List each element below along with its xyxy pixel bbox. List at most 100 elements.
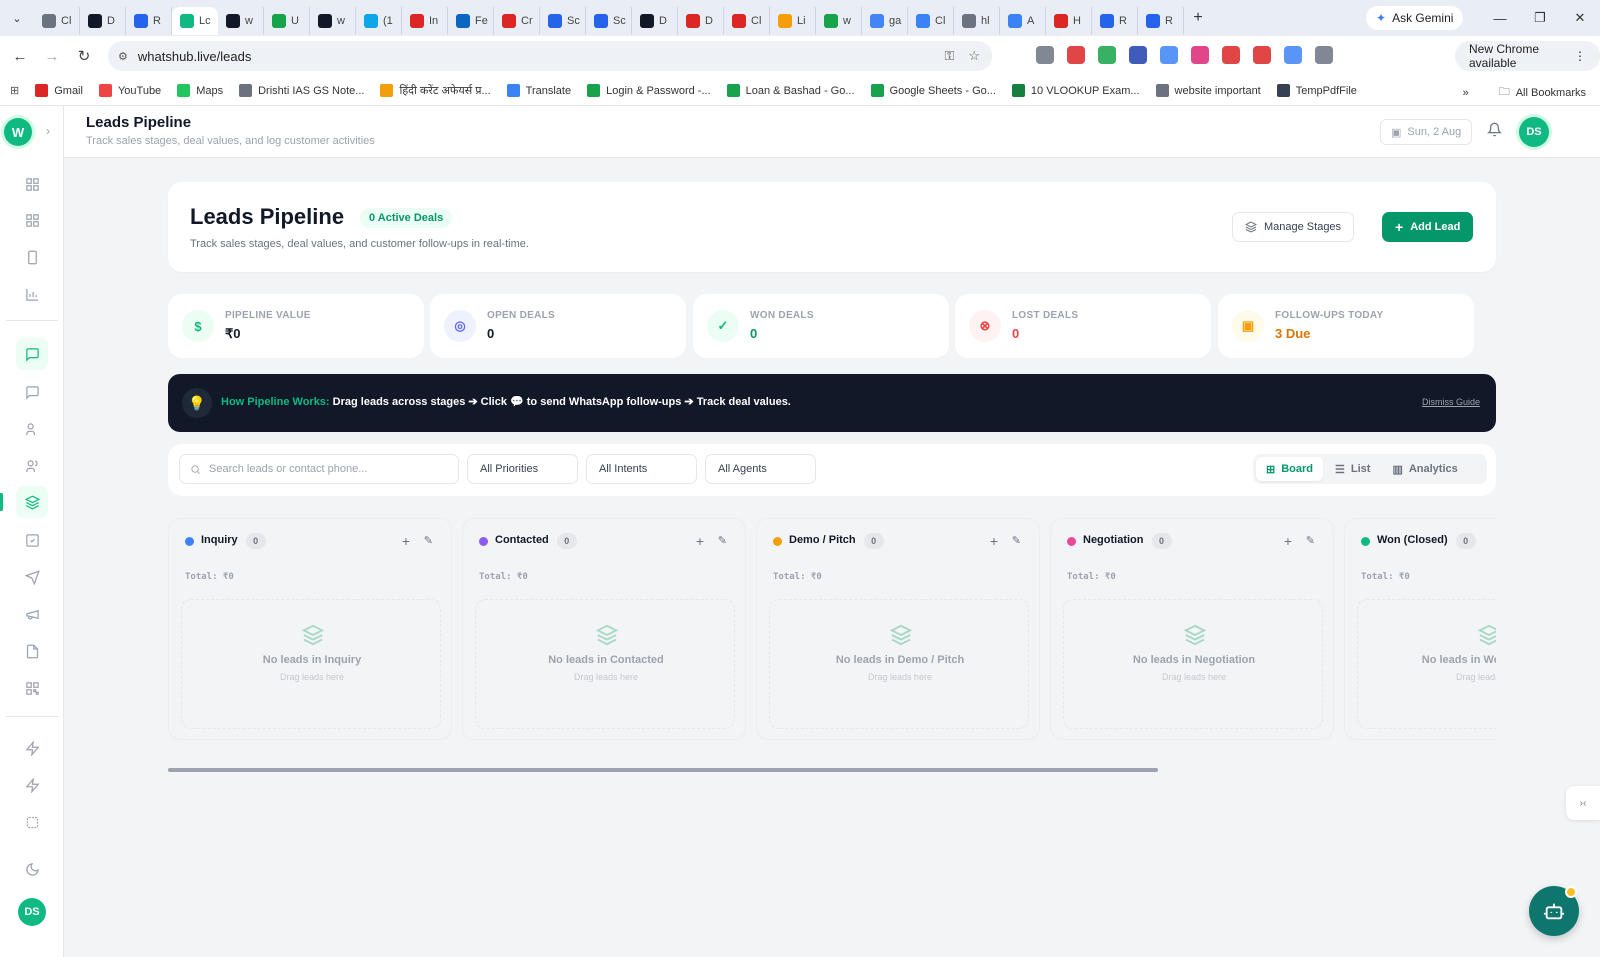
- reports-icon[interactable]: [22, 284, 42, 304]
- edit-stage-icon[interactable]: ✎: [424, 534, 433, 547]
- more-bookmarks-icon[interactable]: »: [1463, 87, 1469, 99]
- view-board-button[interactable]: ⊞ Board: [1256, 457, 1323, 481]
- browser-tab[interactable]: Cl: [908, 7, 954, 35]
- widgets-icon[interactable]: [22, 210, 42, 230]
- browser-tab[interactable]: Cl: [724, 7, 770, 35]
- expand-sidebar-icon[interactable]: ›: [46, 124, 50, 138]
- bookmark-item[interactable]: Maps: [177, 84, 223, 97]
- automation-bolt-icon[interactable]: [22, 738, 42, 758]
- browser-tab[interactable]: H: [1046, 7, 1092, 35]
- browser-tab[interactable]: ga: [862, 7, 908, 35]
- side-panel-toggle[interactable]: ›‹: [1566, 786, 1600, 820]
- search-input[interactable]: Search leads or contact phone...: [179, 454, 459, 484]
- megaphone-icon[interactable]: [22, 604, 42, 624]
- user-avatar[interactable]: DS: [1519, 117, 1549, 147]
- chat-icon[interactable]: [16, 338, 48, 370]
- tasks-icon[interactable]: [22, 530, 42, 550]
- extension-icon[interactable]: [1129, 46, 1147, 64]
- browser-tab[interactable]: R: [126, 7, 172, 35]
- browser-tab[interactable]: D: [80, 7, 126, 35]
- restore-icon[interactable]: ❐: [1520, 10, 1560, 26]
- dashboard-icon[interactable]: [22, 174, 42, 194]
- browser-tab[interactable]: U: [264, 7, 310, 35]
- bookmark-item[interactable]: Gmail: [35, 84, 83, 97]
- drop-zone[interactable]: No leads in Negotiation Drag leads here: [1063, 599, 1323, 729]
- bookmark-item[interactable]: Loan & Bashad - Go...: [726, 84, 855, 97]
- forward-icon[interactable]: →: [36, 48, 68, 65]
- intent-select[interactable]: All Intents: [586, 454, 697, 484]
- dismiss-guide-link[interactable]: Dismiss Guide: [1422, 397, 1480, 407]
- back-icon[interactable]: ←: [4, 48, 36, 65]
- add-to-stage-icon[interactable]: +: [402, 533, 410, 549]
- phone-icon[interactable]: [22, 247, 42, 267]
- bookmark-item[interactable]: Google Sheets - Go...: [870, 84, 996, 97]
- dark-mode-moon-icon[interactable]: [22, 859, 42, 879]
- extension-icon[interactable]: [1284, 46, 1302, 64]
- bookmark-item[interactable]: Translate: [506, 84, 571, 97]
- messages-icon[interactable]: [22, 382, 42, 402]
- extension-icon[interactable]: [1067, 46, 1085, 64]
- send-icon[interactable]: [22, 567, 42, 587]
- edit-stage-icon[interactable]: ✎: [1012, 534, 1021, 547]
- new-chrome-available-button[interactable]: New Chrome available ⋮: [1455, 41, 1600, 71]
- drop-zone[interactable]: No leads in Inquiry Drag leads here: [181, 599, 441, 729]
- app-logo[interactable]: W: [4, 118, 32, 146]
- integrations-icon[interactable]: [22, 812, 42, 832]
- browser-tab[interactable]: Sc: [586, 7, 632, 35]
- bookmark-item[interactable]: हिंदी करेंट अफेयर्स प्र...: [380, 83, 491, 98]
- contacts-icon[interactable]: [22, 419, 42, 439]
- bookmark-item[interactable]: TempPdfFile: [1276, 84, 1357, 97]
- document-icon[interactable]: [22, 641, 42, 661]
- users-icon[interactable]: [22, 456, 42, 476]
- flows-bolt-icon[interactable]: [22, 775, 42, 795]
- browser-tab[interactable]: R: [1138, 7, 1184, 35]
- browser-tab[interactable]: w: [816, 7, 862, 35]
- close-window-icon[interactable]: ✕: [1560, 10, 1600, 26]
- kebab-menu-icon[interactable]: ⋮: [1574, 49, 1586, 63]
- browser-tab[interactable]: Lc✕: [172, 7, 218, 35]
- sidebar-avatar[interactable]: DS: [18, 898, 46, 926]
- qr-icon[interactable]: [22, 678, 42, 698]
- browser-tab[interactable]: Sc: [540, 7, 586, 35]
- browser-tab[interactable]: Fe: [448, 7, 494, 35]
- extension-icon[interactable]: [1160, 46, 1178, 64]
- bookmark-item[interactable]: Login & Password -...: [587, 84, 711, 97]
- browser-tab[interactable]: w: [218, 7, 264, 35]
- edit-stage-icon[interactable]: ✎: [718, 534, 727, 547]
- agent-select[interactable]: All Agents: [705, 454, 816, 484]
- browser-tab[interactable]: Cr: [494, 7, 540, 35]
- browser-tab[interactable]: D: [678, 7, 724, 35]
- browser-tab[interactable]: In: [402, 7, 448, 35]
- browser-tab[interactable]: hl: [954, 7, 1000, 35]
- extension-icon[interactable]: [1253, 46, 1271, 64]
- add-lead-button[interactable]: + Add Lead: [1382, 212, 1474, 242]
- view-list-button[interactable]: ☰ List: [1325, 457, 1380, 481]
- extension-icon[interactable]: [1222, 46, 1240, 64]
- priority-select[interactable]: All Priorities: [467, 454, 578, 484]
- drop-zone[interactable]: No leads in Demo / Pitch Drag leads here: [769, 599, 1029, 729]
- manage-stages-button[interactable]: Manage Stages: [1232, 212, 1355, 242]
- extension-icon[interactable]: [1191, 46, 1209, 64]
- minimize-icon[interactable]: —: [1480, 11, 1520, 26]
- browser-tab[interactable]: Cl: [34, 7, 80, 35]
- edit-stage-icon[interactable]: ✎: [1306, 534, 1315, 547]
- tab-search-dropdown[interactable]: ⌄: [0, 0, 34, 36]
- add-to-stage-icon[interactable]: +: [696, 533, 704, 549]
- browser-tab[interactable]: A: [1000, 7, 1046, 35]
- all-bookmarks-button[interactable]: 🗀 All Bookmarks: [1499, 83, 1586, 102]
- reload-icon[interactable]: ↻: [68, 47, 100, 65]
- chatbot-fab[interactable]: [1529, 886, 1579, 936]
- new-tab-button[interactable]: +: [1184, 9, 1212, 27]
- bookmark-item[interactable]: website important: [1155, 84, 1261, 97]
- url-text[interactable]: whatshub.live/leads: [138, 49, 251, 64]
- add-to-stage-icon[interactable]: +: [990, 533, 998, 549]
- board-horizontal-scrollbar[interactable]: [168, 768, 1158, 772]
- notifications-bell-icon[interactable]: [1486, 122, 1505, 140]
- add-to-stage-icon[interactable]: +: [1284, 533, 1292, 549]
- drop-zone[interactable]: No leads in Won (Closed) Drag leads here: [1357, 599, 1496, 729]
- bookmark-item[interactable]: Drishti IAS GS Note...: [239, 84, 364, 97]
- bookmark-item[interactable]: YouTube: [98, 84, 161, 97]
- bookmark-star-icon[interactable]: ☆: [968, 48, 980, 64]
- browser-tab[interactable]: Li: [770, 7, 816, 35]
- ask-gemini-button[interactable]: ✦ Ask Gemini: [1366, 6, 1464, 30]
